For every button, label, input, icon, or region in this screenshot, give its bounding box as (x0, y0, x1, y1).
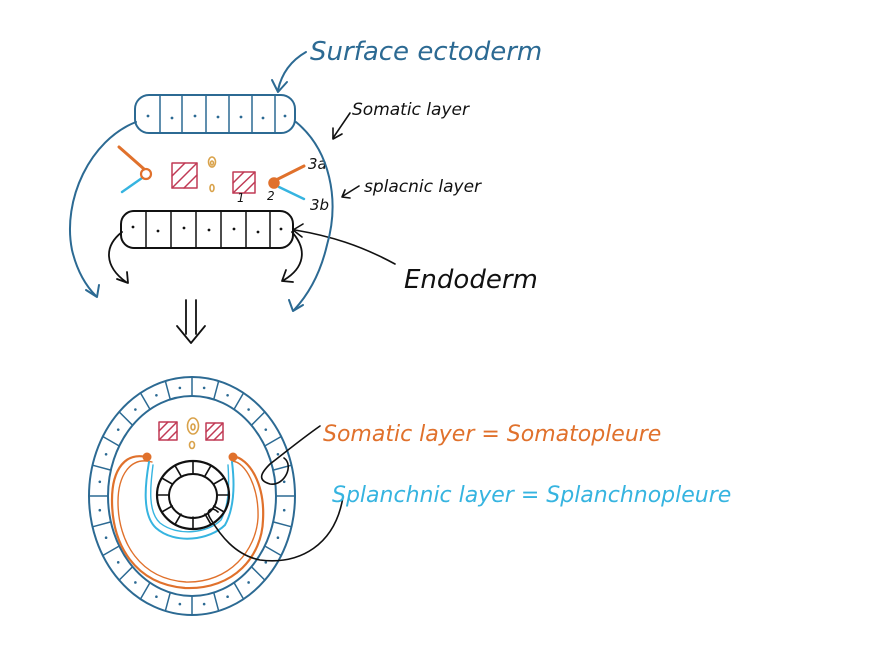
ectoderm-ring-segments (88, 376, 296, 616)
transition-arrow (176, 299, 206, 344)
right-folding-arrow-blue (293, 121, 334, 311)
label-1: 1 (237, 191, 245, 205)
right-intermediate-node-folded (228, 452, 238, 462)
ectoderm-cell-dividers (159, 95, 276, 133)
splanchnopleure-label: Splanchnic layer = Splanchnopleure (332, 483, 731, 508)
left-folding-arrow-black (108, 231, 127, 283)
left-intermediate-node-folded (142, 452, 152, 462)
surface-ectoderm-arrow (277, 51, 307, 91)
somatopleure-loop-2 (117, 460, 259, 583)
somatopleure-pointer (260, 425, 321, 485)
right-somite-folded (205, 422, 224, 441)
somatic-layer-arrowhead (332, 127, 343, 140)
left-folding-arrow-blue (69, 121, 137, 297)
left-somite-folded (158, 421, 178, 441)
endoderm-arrow (294, 229, 396, 265)
notochord (209, 183, 215, 193)
left-somatic-mesoderm (117, 145, 146, 171)
somatic-layer-top-label: Somatic layer (352, 100, 470, 120)
endoderm-label: Endoderm (404, 265, 538, 295)
splanchnic-layer-top-label: splacnic layer (364, 177, 482, 197)
ectoderm-bar (134, 94, 296, 134)
left-somite (171, 162, 198, 189)
left-splanchnic-mesoderm (120, 176, 144, 194)
ectoderm-ring-inner (107, 395, 277, 597)
right-splanchnic-mesoderm (277, 185, 306, 201)
label-3b: 3b (310, 196, 329, 214)
left-intermediate-node (139, 167, 153, 181)
neural-tube (207, 156, 217, 168)
right-somatic-mesoderm (276, 164, 306, 181)
somatopleure-label: Somatic layer = Somatopleure (323, 422, 661, 447)
neural-tube-folded (186, 417, 200, 435)
label-3a: 3a (308, 155, 327, 173)
endoderm-nuclei (131, 225, 283, 234)
notochord-folded (188, 440, 196, 450)
gut-tube-inner (168, 473, 218, 519)
right-intermediate-node (268, 177, 280, 189)
label-2: 2 (267, 189, 275, 203)
ectoderm-nuclei (146, 114, 287, 120)
surface-ectoderm-label: Surface ectoderm (310, 37, 542, 67)
embryo-folding-diagram: Surface ectoderm Somatic layer 1 2 3a 3b… (69, 37, 731, 616)
right-somite (232, 171, 256, 194)
endoderm-bar (120, 210, 294, 249)
